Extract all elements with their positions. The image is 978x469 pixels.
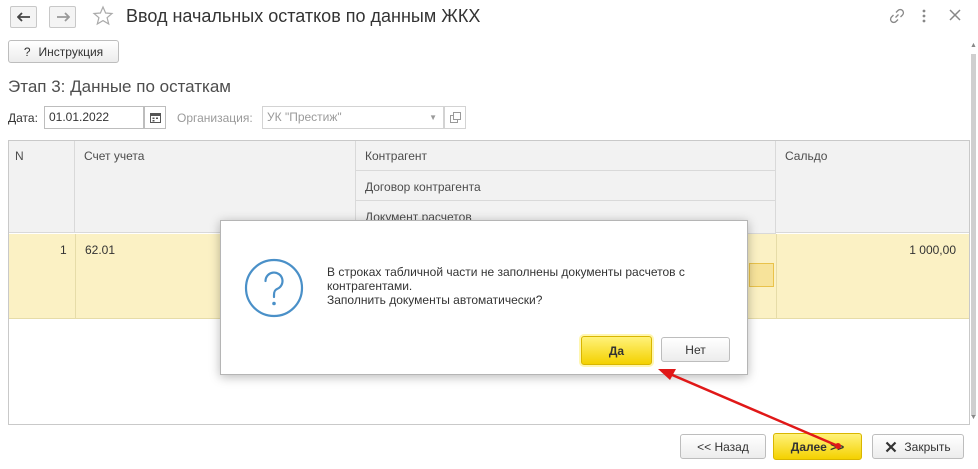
back-button[interactable] (10, 6, 37, 28)
calendar-button[interactable] (144, 106, 166, 129)
star-icon (92, 5, 114, 26)
yes-button[interactable]: Да (581, 336, 652, 365)
header-contract[interactable]: Договор контрагента (356, 171, 776, 201)
instruction-label: Инструкция (38, 44, 104, 59)
instruction-button[interactable]: ? Инструкция (8, 40, 119, 63)
vertical-scrollbar[interactable]: ▲ ▼ (970, 40, 978, 425)
favorite-button[interactable] (92, 5, 114, 30)
close-x-icon (886, 441, 897, 452)
window-title: Ввод начальных остатков по данным ЖКХ (126, 6, 481, 26)
back-arrow-icon (16, 12, 30, 22)
open-icon (449, 112, 461, 123)
dialog-message-line2: контрагентами. (327, 279, 413, 293)
help-question-icon: ? (23, 44, 31, 59)
row-divider (776, 234, 777, 319)
close-button[interactable]: Закрыть (872, 434, 964, 459)
date-value: 01.01.2022 (49, 110, 110, 124)
date-field[interactable]: 01.01.2022 (44, 106, 144, 129)
header-n[interactable]: N (9, 141, 75, 233)
dropdown-icon[interactable]: ▼ (429, 107, 437, 128)
question-icon (243, 257, 305, 322)
row-n: 1 (60, 243, 67, 257)
confirmation-dialog: В строках табличной части не заполнены д… (220, 220, 748, 375)
org-value: УК "Престиж" (267, 110, 342, 124)
close-label: Закрыть (904, 439, 951, 454)
link-icon (889, 8, 905, 24)
row-balance: 1 000,00 (909, 243, 956, 257)
header-n-label: N (15, 149, 24, 163)
open-org-button[interactable] (444, 106, 466, 129)
more-icon (922, 9, 926, 23)
header-account-label: Счет учета (84, 149, 145, 163)
org-label: Организация: (177, 111, 253, 125)
document-cell-selected[interactable] (749, 263, 774, 287)
forward-arrow-icon (56, 12, 70, 22)
close-window-button[interactable] (948, 8, 962, 25)
header-balance[interactable]: Сальдо (776, 141, 969, 233)
close-icon (949, 9, 961, 21)
dialog-message: В строках табличной части не заполнены д… (327, 265, 737, 307)
dialog-message-line1: В строках табличной части не заполнены д… (327, 265, 685, 279)
header-balance-label: Сальдо (785, 149, 828, 163)
calendar-icon (149, 113, 161, 123)
link-button[interactable] (889, 8, 905, 27)
org-field[interactable]: УК "Престиж" ▼ (262, 106, 444, 129)
row-divider (75, 234, 76, 319)
stage-title: Этап 3: Данные по остаткам (8, 77, 231, 96)
date-label: Дата: (8, 111, 38, 125)
dialog-message-line3: Заполнить документы автоматически? (327, 293, 543, 307)
no-button[interactable]: Нет (661, 337, 730, 362)
header-counterparty[interactable]: Контрагент (356, 141, 776, 171)
scroll-down-arrow[interactable]: ▼ (970, 414, 977, 421)
forward-button[interactable] (49, 6, 76, 28)
row-account: 62.01 (85, 243, 116, 257)
next-step-button[interactable]: Далее >> (773, 433, 862, 460)
more-button[interactable] (921, 8, 927, 27)
header-counterparty-label: Контрагент (365, 149, 428, 163)
header-contract-label: Договор контрагента (365, 180, 481, 194)
back-step-button[interactable]: << Назад (680, 434, 766, 459)
scroll-up-arrow[interactable]: ▲ (970, 42, 977, 49)
scroll-thumb[interactable] (971, 54, 976, 416)
